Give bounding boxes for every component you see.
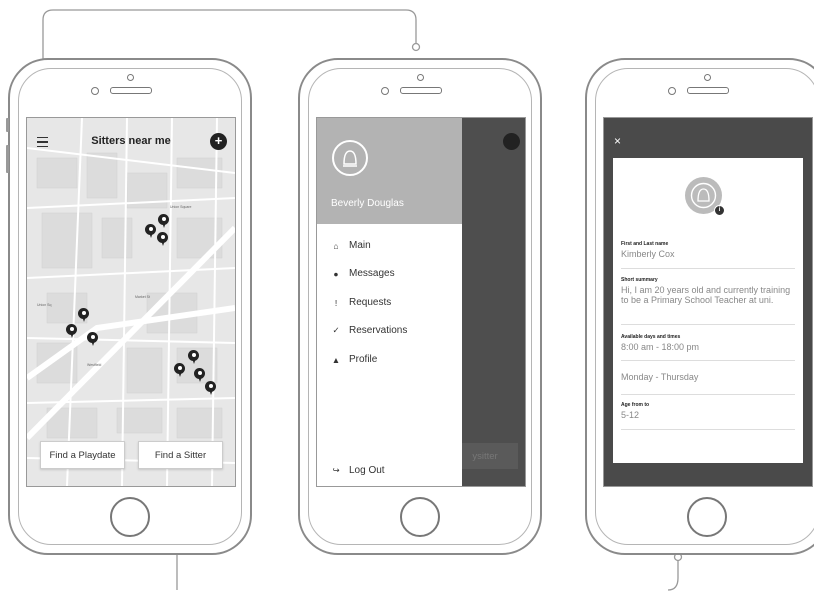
profile-screen: × i First and Last name Kimberly Cox Sho… <box>603 117 813 487</box>
chat-icon: ● <box>333 268 339 279</box>
proximity-sensor <box>417 74 424 81</box>
sitter-pin[interactable] <box>174 363 185 377</box>
phone-frame-profile: × i First and Last name Kimberly Cox Sho… <box>585 58 814 555</box>
map-screen: Union Square Union Sq Market St Westfiel… <box>26 117 236 487</box>
sitter-pin[interactable] <box>205 381 216 395</box>
phone-frame-map: Union Square Union Sq Market St Westfiel… <box>8 58 252 555</box>
map-view[interactable]: Union Square Union Sq Market St Westfiel… <box>27 118 235 486</box>
sitter-profile-card: i First and Last name Kimberly Cox Short… <box>613 158 803 463</box>
sitter-pin[interactable] <box>158 214 169 228</box>
add-icon <box>503 133 520 150</box>
info-icon[interactable]: i <box>714 205 725 216</box>
menu-item-main[interactable]: ⌂ Main <box>331 240 370 251</box>
menu-screen: ysitter Beverly Douglas ⌂ Main ● Message… <box>316 117 526 487</box>
sitter-pin[interactable] <box>87 332 98 346</box>
proximity-sensor <box>704 74 711 81</box>
dimmed-map-overlay[interactable]: ysitter <box>452 118 525 486</box>
front-camera <box>381 87 389 95</box>
name-field: First and Last name Kimberly Cox <box>621 241 795 269</box>
age-range-field: Age from to 5-12 <box>621 402 795 430</box>
hamburger-menu-icon[interactable] <box>37 137 48 147</box>
speaker-grill <box>400 87 442 94</box>
find-sitter-button[interactable]: Find a Sitter <box>138 441 223 469</box>
sitter-avatar: i <box>685 177 725 216</box>
home-button <box>687 497 727 537</box>
speaker-grill <box>687 87 729 94</box>
check-icon: ✓ <box>332 325 340 335</box>
page-title: Sitters near me <box>91 135 171 147</box>
side-drawer: Beverly Douglas ⌂ Main ● Messages ! Requ… <box>317 118 462 486</box>
sitter-pin[interactable] <box>78 308 89 322</box>
sitter-pin[interactable] <box>194 368 205 382</box>
menu-item-reservations[interactable]: ✓ Reservations <box>331 325 407 336</box>
alert-icon: ! <box>334 297 338 308</box>
avatar-icon <box>332 140 368 176</box>
proximity-sensor <box>127 74 134 81</box>
speaker-grill <box>110 87 152 94</box>
menu-item-logout[interactable]: ↪ Log Out <box>331 465 384 476</box>
phone-frame-menu: ysitter Beverly Douglas ⌂ Main ● Message… <box>298 58 542 555</box>
availability-times-field: Available days and times 8:00 am - 18:00… <box>621 334 795 361</box>
find-playdate-button[interactable]: Find a Playdate <box>40 441 125 469</box>
menu-item-profile[interactable]: ▲ Profile <box>331 354 378 365</box>
availability-days-field: Monday - Thursday <box>621 370 795 395</box>
menu-item-requests[interactable]: ! Requests <box>331 297 391 308</box>
home-icon: ⌂ <box>333 240 339 251</box>
logout-icon: ↪ <box>332 465 340 475</box>
sitter-pin[interactable] <box>145 224 156 238</box>
home-button <box>400 497 440 537</box>
drawer-header: Beverly Douglas <box>317 118 462 224</box>
sitter-pin[interactable] <box>66 324 77 338</box>
sitter-pin[interactable] <box>157 232 168 246</box>
menu-item-messages[interactable]: ● Messages <box>331 268 394 279</box>
front-camera <box>91 87 99 95</box>
sitter-pin[interactable] <box>188 350 199 364</box>
user-name: Beverly Douglas <box>331 198 404 209</box>
person-icon: ▲ <box>331 354 341 365</box>
home-button <box>110 497 150 537</box>
summary-field: Short summary Hi, I am 20 years old and … <box>621 277 795 325</box>
front-camera <box>668 87 676 95</box>
add-icon[interactable]: + <box>210 133 227 150</box>
close-icon[interactable]: × <box>614 134 621 148</box>
